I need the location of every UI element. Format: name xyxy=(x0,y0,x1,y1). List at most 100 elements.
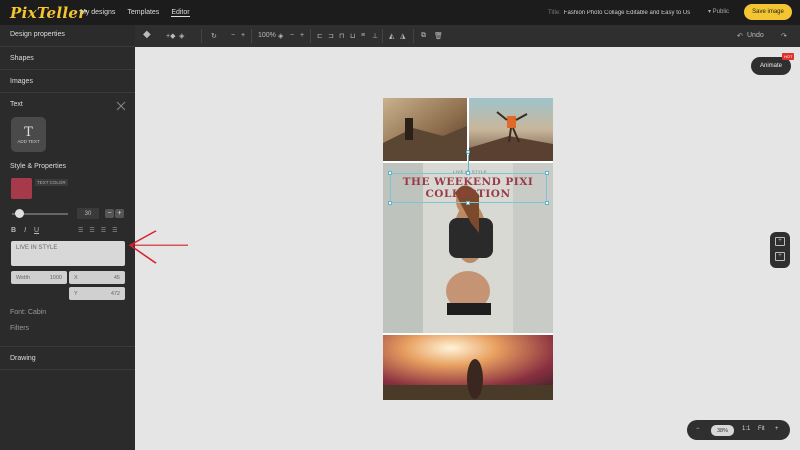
align-bottom-icon[interactable]: ⊥ xyxy=(372,32,378,40)
text-tool-icon: T xyxy=(24,124,33,140)
bold-button[interactable]: B xyxy=(11,227,16,234)
design-canvas[interactable] xyxy=(383,98,553,400)
hot-badge: HOT xyxy=(782,53,795,60)
opacity-minus-icon[interactable]: − xyxy=(290,32,294,39)
drawing-label[interactable]: Drawing xyxy=(10,355,36,362)
fit-button[interactable]: Fit xyxy=(758,426,765,432)
align-top-icon[interactable]: ⊔ xyxy=(350,32,355,40)
side-tools: + + xyxy=(770,232,790,268)
x-field[interactable]: X 45 xyxy=(69,271,125,284)
y-field[interactable]: Y 472 xyxy=(69,287,125,300)
decrease-button[interactable]: − xyxy=(105,209,114,218)
undo-button[interactable]: Undo xyxy=(747,32,764,39)
sidebar-shapes[interactable]: Shapes xyxy=(10,55,34,62)
divider xyxy=(0,69,135,70)
alignment-buttons: ☰ ☰ ☰ ☰ xyxy=(78,227,118,234)
title-label: Title: xyxy=(548,9,561,16)
divider xyxy=(0,369,135,370)
zoom-bar: − 1:1 Fit + xyxy=(687,420,790,440)
flip-vertical-icon[interactable]: ◮ xyxy=(400,32,405,40)
resize-handle-tl[interactable] xyxy=(388,171,392,175)
format-buttons: B I U xyxy=(11,227,39,234)
text-selection-box[interactable] xyxy=(390,173,547,203)
resize-handle-bc[interactable] xyxy=(466,201,470,205)
opacity-value[interactable]: 100% xyxy=(258,32,276,39)
font-label[interactable]: Font: Cabin xyxy=(10,309,46,316)
nav-editor[interactable]: Editor xyxy=(171,9,190,17)
duplicate-icon[interactable]: ⧉ xyxy=(421,32,426,40)
photo-hiker[interactable] xyxy=(383,98,467,161)
save-image-button[interactable]: Save image xyxy=(744,4,792,20)
slider-value[interactable]: 30 xyxy=(77,208,99,219)
align-middle-icon[interactable]: ≡ xyxy=(361,32,365,39)
zoom-out-button[interactable]: − xyxy=(696,426,700,432)
red-arrow-annotation xyxy=(128,230,188,264)
undo-icon[interactable]: ↶ xyxy=(737,32,743,40)
italic-button[interactable]: I xyxy=(24,227,26,234)
align-center-icon[interactable]: ☰ xyxy=(89,227,94,234)
main-nav: My designs Templates Editor xyxy=(80,9,190,17)
resize-handle-bl[interactable] xyxy=(388,201,392,205)
sidebar-images[interactable]: Images xyxy=(10,78,33,85)
title-input[interactable]: Fashion Photo Collage Editable and Easy … xyxy=(564,10,702,16)
divider xyxy=(0,92,135,93)
nav-templates[interactable]: Templates xyxy=(127,9,159,17)
align-right-icon[interactable]: ☰ xyxy=(101,227,106,234)
zoom-percent[interactable]: 38% xyxy=(711,425,734,436)
nav-my-designs[interactable]: My designs xyxy=(80,9,115,17)
y-value: 472 xyxy=(110,290,120,297)
add-text-button[interactable]: T ADD TEXT xyxy=(11,117,46,152)
photo-sunset[interactable] xyxy=(383,335,553,400)
divider xyxy=(251,29,252,43)
divider xyxy=(382,29,383,43)
app-logo[interactable]: PixTeller xyxy=(10,4,86,22)
resize-handle-br[interactable] xyxy=(545,201,549,205)
style-properties-heading: Style & Properties xyxy=(10,163,67,170)
arrange-icon[interactable]: ◈ xyxy=(179,32,184,40)
sidebar-text[interactable]: Text xyxy=(10,101,23,108)
opacity-plus-icon[interactable]: + xyxy=(300,32,304,39)
rotate-handle-line xyxy=(468,155,469,171)
duplicate-page-icon[interactable]: + xyxy=(775,252,785,261)
layer-icon[interactable]: ◆ xyxy=(143,29,151,40)
divider xyxy=(0,346,135,347)
photo-yoga[interactable] xyxy=(469,98,553,161)
width-field[interactable]: Width 1000 xyxy=(11,271,67,284)
trash-icon[interactable]: 🗑 xyxy=(434,32,443,40)
resize-handle-tc[interactable] xyxy=(466,171,470,175)
zoom-in-button[interactable]: + xyxy=(775,426,779,432)
visibility-dropdown[interactable]: ▾ Public xyxy=(708,8,729,15)
underline-button[interactable]: U xyxy=(34,227,39,234)
filters-label[interactable]: Filters xyxy=(10,325,29,332)
zoom-out-tool-icon[interactable]: − xyxy=(231,32,235,39)
x-value: 45 xyxy=(113,274,120,281)
add-page-icon[interactable]: + xyxy=(775,237,785,246)
align-justify-icon[interactable]: ☰ xyxy=(112,227,117,234)
resize-handle-tr[interactable] xyxy=(545,171,549,175)
rotate-icon[interactable]: ↻ xyxy=(211,32,217,40)
flip-horizontal-icon[interactable]: ◭ xyxy=(389,32,394,40)
divider xyxy=(310,29,311,43)
text-color-swatch[interactable] xyxy=(11,178,32,199)
actual-size-button[interactable]: 1:1 xyxy=(742,426,750,432)
width-value: 1000 xyxy=(49,274,62,281)
slider-handle[interactable] xyxy=(15,209,24,218)
left-sidebar: Design properties Shapes Images Text T A… xyxy=(0,25,135,450)
align-right-icon[interactable]: ⊓ xyxy=(339,32,344,40)
y-label: Y xyxy=(74,290,78,297)
close-icon[interactable] xyxy=(116,101,126,111)
text-content-input[interactable]: LIVE IN STYLE xyxy=(11,241,125,266)
align-left-icon[interactable]: ☰ xyxy=(78,227,83,234)
toolbar: ◆ +◆ ◈ ↻ − + 100% ◈ − + ⊏ ⊐ ⊓ ⊔ ≡ ⊥ ◭ ◮ … xyxy=(135,25,800,47)
move-icon[interactable]: +◆ xyxy=(166,32,175,40)
add-text-label: ADD TEXT xyxy=(17,138,40,144)
redo-icon[interactable]: ↷ xyxy=(781,32,787,40)
sidebar-design-properties[interactable]: Design properties xyxy=(10,31,65,38)
zoom-in-tool-icon[interactable]: + xyxy=(241,32,245,39)
opacity-icon[interactable]: ◈ xyxy=(278,32,283,40)
rotate-handle[interactable] xyxy=(466,150,470,154)
align-left-icon[interactable]: ⊏ xyxy=(317,32,323,40)
title-field[interactable]: Title: Fashion Photo Collage Editable an… xyxy=(548,6,702,19)
align-center-icon[interactable]: ⊐ xyxy=(328,32,334,40)
increase-button[interactable]: + xyxy=(115,209,124,218)
